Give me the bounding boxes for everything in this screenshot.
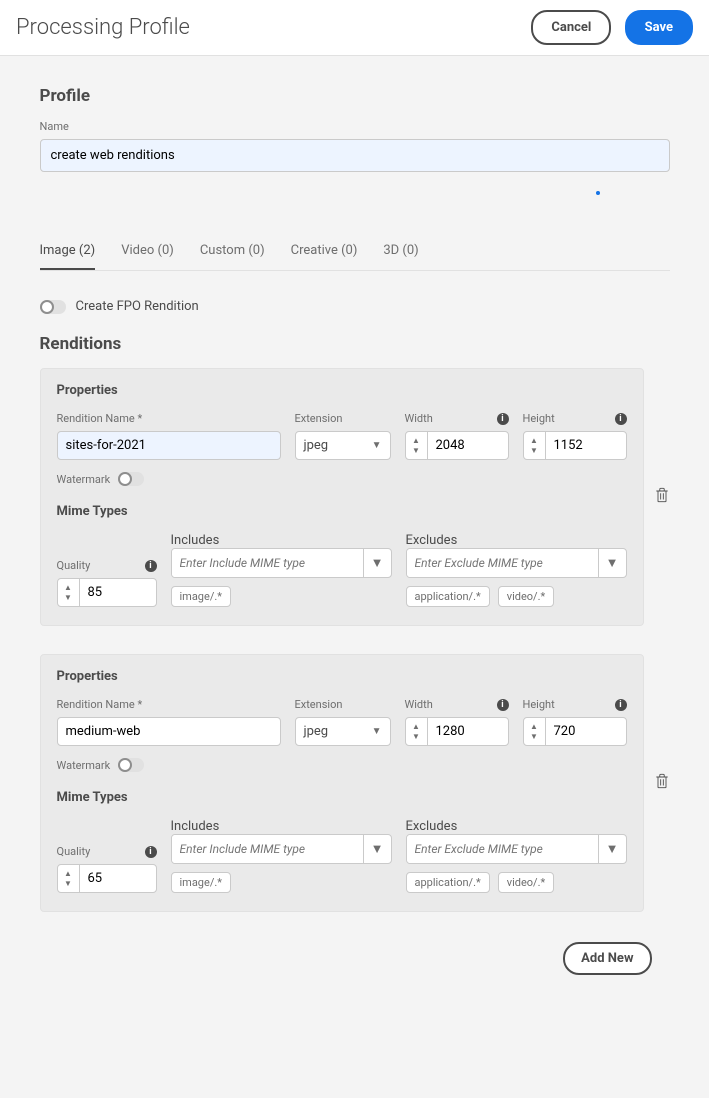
height-input[interactable] xyxy=(546,432,606,459)
mime-types-heading: Mime Types xyxy=(57,790,627,805)
delete-rendition-button[interactable] xyxy=(654,772,670,794)
extension-select[interactable]: jpeg ▼ xyxy=(295,431,391,460)
watermark-label: Watermark xyxy=(57,473,111,486)
chevron-down-icon[interactable]: ▼ xyxy=(363,549,391,577)
name-label: Name xyxy=(40,120,670,133)
exclude-chip[interactable]: application/.* xyxy=(406,586,490,607)
info-icon[interactable]: i xyxy=(497,699,509,711)
save-button[interactable]: Save xyxy=(625,10,693,45)
include-chip[interactable]: image/.* xyxy=(171,586,232,607)
info-icon[interactable]: i xyxy=(145,846,157,858)
width-label: Width xyxy=(405,698,433,711)
add-new-button[interactable]: Add New xyxy=(563,942,651,975)
tabs: Image (2) Video (0) Custom (0) Creative … xyxy=(40,233,670,271)
exclude-chip[interactable]: application/.* xyxy=(406,872,490,893)
exclude-chip[interactable]: video/.* xyxy=(498,586,555,607)
quality-input[interactable] xyxy=(80,865,140,892)
excludes-label: Excludes xyxy=(406,533,458,548)
exclude-chip[interactable]: video/.* xyxy=(498,872,555,893)
rendition-card: Properties Rendition Name * Extension jp… xyxy=(40,368,644,626)
stepper-arrows[interactable]: ▲▼ xyxy=(406,718,428,745)
includes-label: Includes xyxy=(171,819,220,834)
width-label: Width xyxy=(405,412,433,425)
extension-label: Extension xyxy=(295,412,343,425)
chevron-down-icon[interactable]: ▼ xyxy=(363,835,391,863)
includes-input[interactable] xyxy=(172,835,363,863)
profile-name-input[interactable] xyxy=(40,139,670,172)
stepper-arrows[interactable]: ▲▼ xyxy=(406,432,428,459)
extension-value: jpeg xyxy=(304,724,329,739)
stepper-arrows[interactable]: ▲▼ xyxy=(58,579,80,606)
quality-stepper[interactable]: ▲▼ xyxy=(57,578,157,607)
fpo-label: Create FPO Rendition xyxy=(76,299,199,314)
chevron-down-icon: ▼ xyxy=(372,440,382,451)
height-stepper[interactable]: ▲▼ xyxy=(523,431,627,460)
rendition-name-label: Rendition Name * xyxy=(57,698,143,711)
fpo-toggle[interactable] xyxy=(40,300,66,314)
watermark-label: Watermark xyxy=(57,759,111,772)
renditions-heading: Renditions xyxy=(40,334,670,354)
chevron-down-icon[interactable]: ▼ xyxy=(598,549,626,577)
chevron-down-icon[interactable]: ▼ xyxy=(598,835,626,863)
info-icon[interactable]: i xyxy=(145,560,157,572)
profile-heading: Profile xyxy=(40,86,670,106)
excludes-combo[interactable]: ▼ xyxy=(406,834,627,864)
rendition-name-label: Rendition Name * xyxy=(57,412,143,425)
width-input[interactable] xyxy=(428,718,488,745)
height-label: Height xyxy=(523,412,555,425)
extension-value: jpeg xyxy=(304,438,329,453)
tab-image[interactable]: Image (2) xyxy=(40,233,96,270)
info-icon[interactable]: i xyxy=(615,413,627,425)
height-stepper[interactable]: ▲▼ xyxy=(523,717,627,746)
excludes-input[interactable] xyxy=(407,835,598,863)
tab-creative[interactable]: Creative (0) xyxy=(291,233,358,270)
height-input[interactable] xyxy=(546,718,606,745)
header-actions: Cancel Save xyxy=(521,10,693,45)
watermark-toggle[interactable] xyxy=(118,758,144,772)
mime-types-heading: Mime Types xyxy=(57,504,627,519)
rendition-row: Properties Rendition Name * Extension jp… xyxy=(40,368,670,626)
include-chip[interactable]: image/.* xyxy=(171,872,232,893)
width-input[interactable] xyxy=(428,432,488,459)
properties-heading: Properties xyxy=(57,669,627,684)
rendition-name-input[interactable] xyxy=(57,717,281,746)
extension-label: Extension xyxy=(295,698,343,711)
extension-select[interactable]: jpeg ▼ xyxy=(295,717,391,746)
indicator-dot xyxy=(596,191,600,195)
chevron-down-icon: ▼ xyxy=(372,726,382,737)
includes-label: Includes xyxy=(171,533,220,548)
width-stepper[interactable]: ▲▼ xyxy=(405,717,509,746)
header-bar: Processing Profile Cancel Save xyxy=(0,0,709,56)
watermark-toggle[interactable] xyxy=(118,472,144,486)
includes-combo[interactable]: ▼ xyxy=(171,834,392,864)
rendition-row: Properties Rendition Name * Extension jp… xyxy=(40,654,670,912)
stepper-arrows[interactable]: ▲▼ xyxy=(58,865,80,892)
tab-video[interactable]: Video (0) xyxy=(121,233,174,270)
quality-label: Quality xyxy=(57,559,91,572)
info-icon[interactable]: i xyxy=(615,699,627,711)
quality-stepper[interactable]: ▲▼ xyxy=(57,864,157,893)
quality-label: Quality xyxy=(57,845,91,858)
excludes-combo[interactable]: ▼ xyxy=(406,548,627,578)
rendition-name-input[interactable] xyxy=(57,431,281,460)
info-icon[interactable]: i xyxy=(497,413,509,425)
tab-3d[interactable]: 3D (0) xyxy=(383,233,418,270)
delete-rendition-button[interactable] xyxy=(654,486,670,508)
rendition-card: Properties Rendition Name * Extension jp… xyxy=(40,654,644,912)
height-label: Height xyxy=(523,698,555,711)
excludes-input[interactable] xyxy=(407,549,598,577)
width-stepper[interactable]: ▲▼ xyxy=(405,431,509,460)
page-title: Processing Profile xyxy=(16,15,190,40)
includes-input[interactable] xyxy=(172,549,363,577)
properties-heading: Properties xyxy=(57,383,627,398)
quality-input[interactable] xyxy=(80,579,140,606)
includes-combo[interactable]: ▼ xyxy=(171,548,392,578)
stepper-arrows[interactable]: ▲▼ xyxy=(524,718,546,745)
tab-custom[interactable]: Custom (0) xyxy=(200,233,265,270)
excludes-label: Excludes xyxy=(406,819,458,834)
cancel-button[interactable]: Cancel xyxy=(531,10,611,45)
stepper-arrows[interactable]: ▲▼ xyxy=(524,432,546,459)
